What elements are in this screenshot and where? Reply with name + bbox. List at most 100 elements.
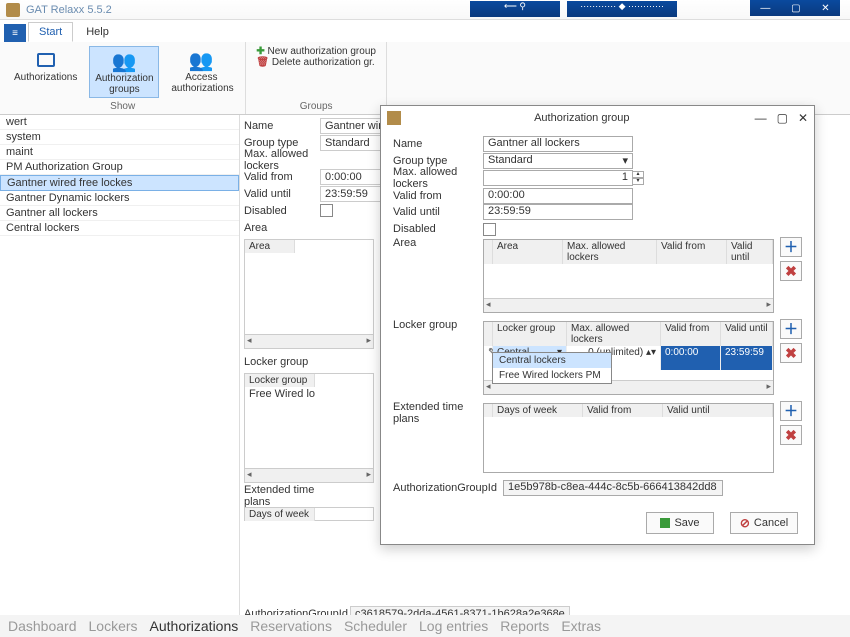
nav-extras[interactable]: Extras <box>561 618 601 634</box>
label-name: Name <box>240 120 320 132</box>
list-item[interactable]: PM Authorization Group <box>0 160 239 175</box>
list-item[interactable]: system <box>0 130 239 145</box>
list-item[interactable]: Gantner Dynamic lockers <box>0 191 239 206</box>
disabled-checkbox[interactable] <box>320 204 333 217</box>
label-locker-group: Locker group <box>240 356 320 368</box>
app-title: GAT Relaxx 5.5.2 <box>26 4 112 16</box>
list-item-selected[interactable]: Gantner wired free lockes <box>0 175 239 191</box>
group-show-label: Show <box>10 101 235 112</box>
locker-group-remove-button[interactable]: ✖ <box>780 343 802 363</box>
spinner-control[interactable]: ▴▾ <box>632 171 644 185</box>
col-valid-from: Valid from <box>583 404 663 417</box>
col-locker-group: Locker group <box>245 374 315 387</box>
cancel-button[interactable]: ⊘Cancel <box>730 512 798 534</box>
ext-plans-add-button[interactable]: ＋ <box>780 401 802 421</box>
app-icon <box>6 3 20 17</box>
dlg-name-input[interactable]: Gantner all lockers <box>483 136 633 152</box>
valid-until-cell[interactable]: 23:59:59 <box>721 346 773 370</box>
dlg-auth-gid-field: 1e5b978b-c8ea-444c-8c5b-666413842dd8 <box>503 480 723 496</box>
ribbon-group-groups: ✚ New authorization group 🗑 Delete autho… <box>246 42 387 114</box>
cancel-icon: ⊘ <box>740 516 750 530</box>
save-button[interactable]: Save <box>646 512 714 534</box>
valid-from-cell[interactable]: 0:00:00 <box>661 346 721 370</box>
ext-plans-remove-button[interactable]: ✖ <box>780 425 802 445</box>
col-valid-until: Valid until <box>721 322 773 346</box>
new-auth-group-button[interactable]: ✚ New authorization group <box>256 46 376 57</box>
dlg-ext-plans-grid[interactable]: Days of week Valid from Valid until <box>483 403 774 473</box>
area-grid[interactable]: Area ◂▸ <box>244 239 374 349</box>
area-add-button[interactable]: ＋ <box>780 237 802 257</box>
nav-lockers[interactable]: Lockers <box>89 618 138 634</box>
list-item[interactable]: Gantner all lockers <box>0 206 239 221</box>
dropdown-option[interactable]: Free Wired lockers PM <box>493 368 611 383</box>
people-icon: 👥 <box>112 49 136 73</box>
ribbon-group-show: Authorizations 👥 Authorization groups 👥 … <box>0 42 246 114</box>
dlg-group-type-select[interactable]: Standard▾ <box>483 153 633 169</box>
dlg-label-disabled: Disabled <box>393 223 483 235</box>
dlg-label-locker-group: Locker group <box>393 319 483 331</box>
dropdown-option[interactable]: Central lockers <box>493 353 611 368</box>
label-area: Area <box>240 222 320 234</box>
dlg-label-name: Name <box>393 138 483 150</box>
group-groups-label: Groups <box>256 101 376 112</box>
nav-authorizations[interactable]: Authorizations <box>150 618 239 634</box>
nav-log-entries[interactable]: Log entries <box>419 618 488 634</box>
dialog-maximize-button[interactable]: ▢ <box>777 111 788 125</box>
tab-help[interactable]: Help <box>75 22 120 42</box>
label-valid-from: Valid from <box>240 171 320 183</box>
label-ext-plans: Extended time plans <box>240 484 340 508</box>
dlg-valid-until-input[interactable]: 23:59:59 <box>483 204 633 220</box>
home-menu-button[interactable]: ≡ <box>4 24 26 42</box>
nav-dashboard[interactable]: Dashboard <box>8 618 77 634</box>
ribbon: ≡ Start Help Authorizations 👥 Authorizat… <box>0 20 850 115</box>
nav-reservations[interactable]: Reservations <box>250 618 332 634</box>
locker-group-row[interactable]: Free Wired lo <box>245 387 373 401</box>
col-days-of-week: Days of week <box>245 508 315 521</box>
col-valid-until: Valid until <box>663 404 773 417</box>
authorizations-button[interactable]: Authorizations <box>10 46 81 98</box>
tab-start[interactable]: Start <box>28 22 73 42</box>
col-locker-group: Locker group <box>493 322 567 346</box>
dialog-icon <box>387 111 401 125</box>
access-authorizations-button[interactable]: 👥 Access authorizations <box>167 46 235 98</box>
locker-group-add-button[interactable]: ＋ <box>780 319 802 339</box>
authorization-group-dialog: Authorization group — ▢ ✕ NameGantner al… <box>380 105 815 545</box>
dlg-label-area: Area <box>393 237 483 249</box>
locker-group-dropdown-list: Central lockers Free Wired lockers PM <box>492 352 612 384</box>
label-valid-until: Valid until <box>240 188 320 200</box>
nav-scheduler[interactable]: Scheduler <box>344 618 407 634</box>
label-disabled: Disabled <box>240 205 320 217</box>
dlg-valid-from-input[interactable]: 0:00:00 <box>483 188 633 204</box>
dlg-label-valid-from: Valid from <box>393 190 483 202</box>
list-item[interactable]: wert <box>0 115 239 130</box>
area-remove-button[interactable]: ✖ <box>780 261 802 281</box>
maximize-button[interactable]: ▢ <box>791 3 800 14</box>
save-icon <box>660 518 670 528</box>
dlg-label-auth-gid: AuthorizationGroupId <box>393 482 503 494</box>
dialog-title: Authorization group <box>409 112 755 124</box>
delete-auth-group-button[interactable]: 🗑 Delete authorization gr. <box>256 57 376 68</box>
card-icon <box>34 48 58 72</box>
dlg-max-lockers-input[interactable]: 1 <box>483 170 633 186</box>
nav-reports[interactable]: Reports <box>500 618 549 634</box>
dialog-minimize-button[interactable]: — <box>755 111 767 125</box>
locker-group-grid[interactable]: Locker group Free Wired lo ◂▸ <box>244 373 374 483</box>
col-area: Area <box>493 240 563 264</box>
dialog-close-button[interactable]: ✕ <box>798 111 808 125</box>
close-button[interactable]: ✕ <box>821 3 829 14</box>
dlg-disabled-checkbox[interactable] <box>483 223 496 236</box>
label-max-lockers: Max. allowed lockers <box>240 148 320 172</box>
authorizations-label: Authorizations <box>14 72 77 83</box>
list-item[interactable]: Central lockers <box>0 221 239 236</box>
minimize-button[interactable]: — <box>760 3 770 14</box>
list-item[interactable]: maint <box>0 145 239 160</box>
dlg-area-grid[interactable]: Area Max. allowed lockers Valid from Val… <box>483 239 774 313</box>
col-days-of-week: Days of week <box>493 404 583 417</box>
authorization-groups-button[interactable]: 👥 Authorization groups <box>89 46 159 98</box>
col-valid-from: Valid from <box>657 240 727 264</box>
dlg-locker-group-grid[interactable]: Locker group Max. allowed lockers Valid … <box>483 321 774 395</box>
col-max-lockers: Max. allowed lockers <box>563 240 657 264</box>
ext-plans-grid[interactable]: Days of week <box>244 507 374 521</box>
dlg-label-valid-until: Valid until <box>393 206 483 218</box>
authorization-groups-label: Authorization groups <box>94 73 154 95</box>
